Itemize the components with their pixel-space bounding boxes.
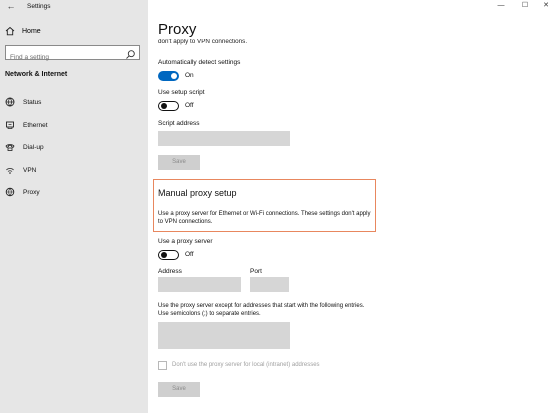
vpn-icon — [4, 164, 16, 176]
cut-off-text: don't apply to VPN connections. — [158, 39, 248, 45]
manual-proxy-section: Manual proxy setup Use a proxy server fo… — [153, 179, 376, 232]
search-icon[interactable] — [125, 47, 136, 59]
setup-script-label: Use setup script — [158, 89, 205, 96]
manual-proxy-description: Use a proxy server for Ethernet or Wi-Fi… — [158, 211, 371, 225]
home-icon — [4, 25, 16, 37]
script-address-label: Script address — [158, 120, 200, 127]
exceptions-description: Use the proxy server except for addresse… — [158, 303, 365, 317]
local-addresses-checkbox[interactable] — [158, 361, 167, 370]
dialup-icon — [4, 141, 16, 153]
port-field[interactable] — [250, 277, 289, 292]
sidebar-item-label: Ethernet — [23, 121, 48, 129]
script-address-field[interactable] — [158, 131, 290, 146]
sidebar-item-label: Status — [23, 98, 42, 106]
app-title: Settings — [27, 3, 51, 10]
sidebar-item-label: Proxy — [23, 188, 40, 196]
sidebar-item-status[interactable]: Status — [4, 95, 41, 109]
sidebar-item-label: Dial-up — [23, 143, 44, 151]
save-button-2[interactable]: Save — [158, 382, 200, 397]
manual-proxy-title: Manual proxy setup — [158, 188, 237, 198]
main-panel: Proxy don't apply to VPN connections. Au… — [148, 0, 553, 413]
home-label: Home — [22, 27, 41, 35]
back-button[interactable]: ← — [4, 1, 18, 12]
setup-script-state: Off — [185, 102, 194, 109]
sidebar-item-ethernet[interactable]: Ethernet — [4, 118, 48, 132]
proxy-icon — [4, 186, 16, 198]
use-proxy-state: Off — [185, 251, 194, 258]
sidebar: ← Settings Home Network & Internet Statu… — [0, 0, 148, 413]
address-field[interactable] — [158, 277, 241, 292]
sidebar-item-home[interactable]: Home — [4, 24, 41, 38]
sidebar-item-dialup[interactable]: Dial-up — [4, 140, 44, 154]
page-title: Proxy — [158, 21, 197, 38]
exceptions-field[interactable] — [158, 322, 290, 349]
save-button[interactable]: Save — [158, 155, 200, 170]
section-title: Network & Internet — [5, 71, 68, 78]
local-addresses-label: Don't use the proxy server for local (in… — [172, 362, 320, 368]
sidebar-item-label: VPN — [23, 166, 37, 174]
sidebar-item-vpn[interactable]: VPN — [4, 163, 36, 177]
toggle-knob — [160, 103, 167, 109]
auto-detect-toggle[interactable] — [158, 71, 179, 81]
use-proxy-label: Use a proxy server — [158, 238, 213, 245]
address-label: Address — [158, 268, 182, 275]
toggle-knob — [160, 252, 167, 258]
ethernet-icon — [4, 119, 16, 131]
search-box — [5, 45, 140, 64]
use-proxy-toggle[interactable] — [158, 250, 179, 260]
auto-detect-state: On — [185, 72, 194, 79]
sidebar-item-proxy[interactable]: Proxy — [4, 185, 40, 199]
toggle-knob — [171, 73, 177, 79]
port-label: Port — [250, 268, 262, 275]
setup-script-toggle[interactable] — [158, 101, 179, 111]
search-input[interactable] — [6, 51, 124, 64]
status-icon — [4, 96, 16, 108]
auto-detect-label: Automatically detect settings — [158, 59, 241, 66]
